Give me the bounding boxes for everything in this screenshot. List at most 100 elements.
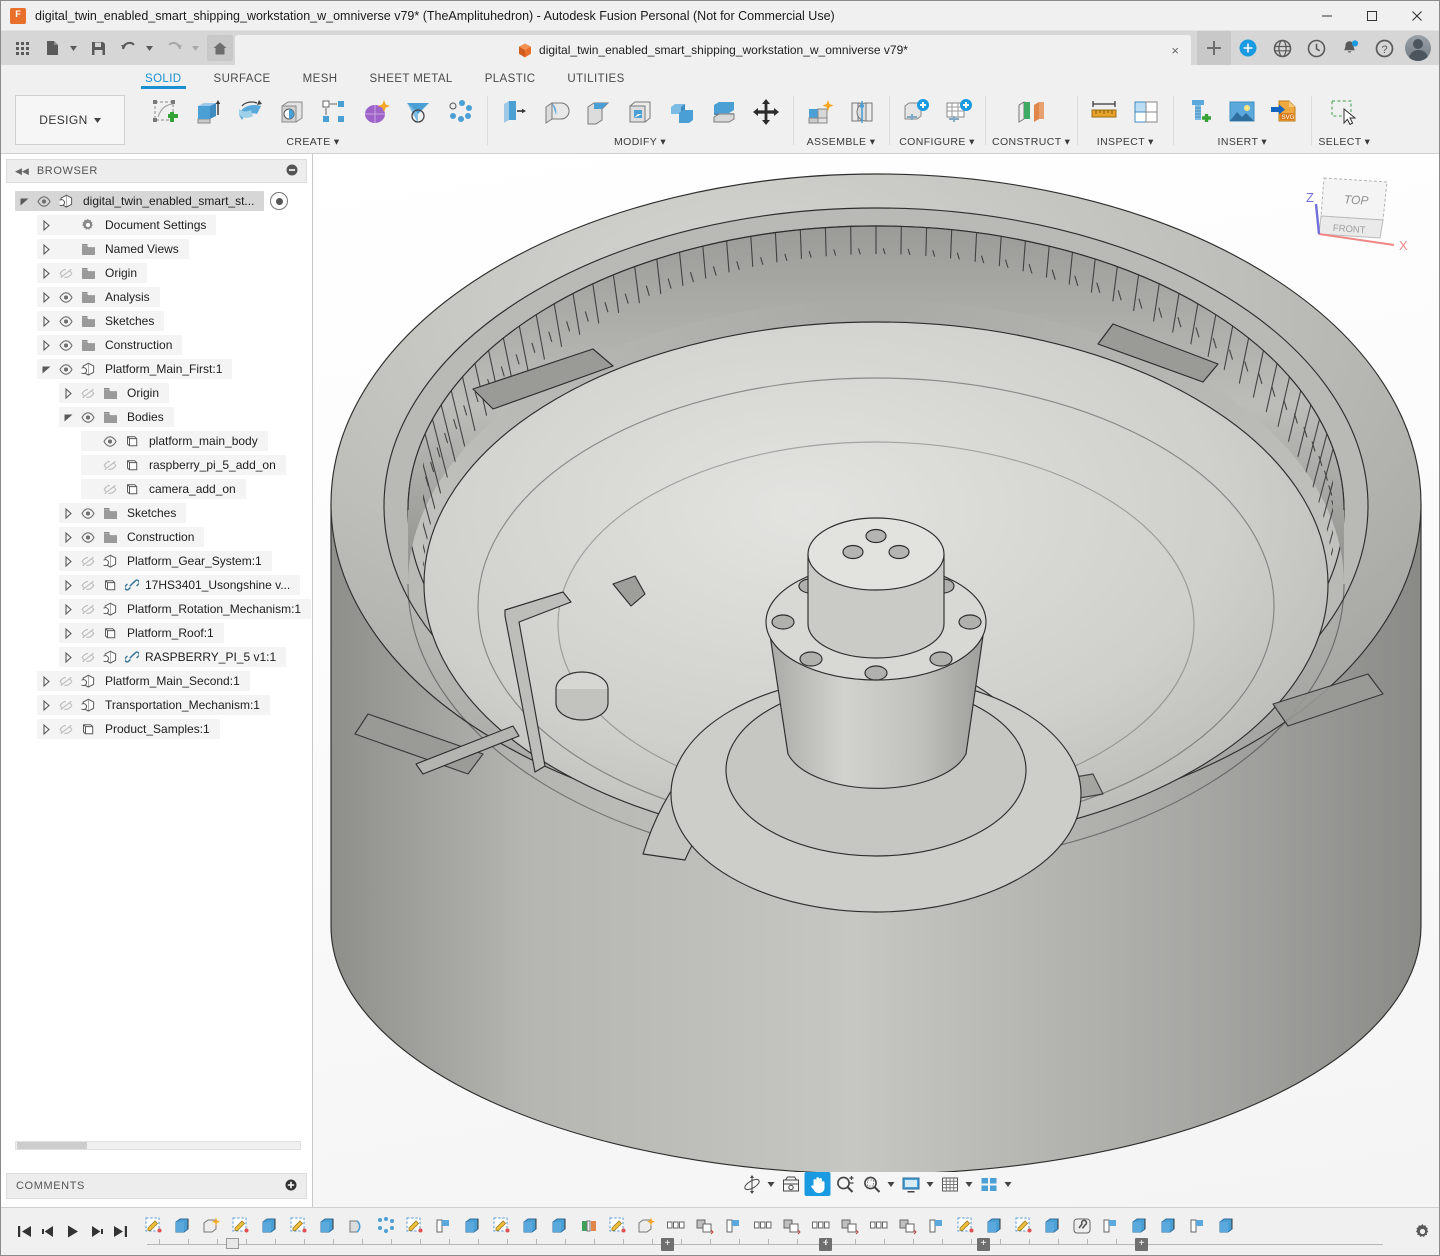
timeline-feature-align[interactable] [837, 1213, 863, 1239]
create-extrude-icon[interactable] [188, 92, 228, 132]
redo-icon[interactable] [161, 35, 187, 61]
visibility-off-icon[interactable] [55, 263, 77, 283]
expand-arrow-closed-icon[interactable] [37, 215, 55, 235]
timeline-feature-extrude[interactable] [547, 1213, 573, 1239]
construct-offset-plane-icon[interactable] [1011, 92, 1051, 132]
configure-create-configuration-icon[interactable] [896, 92, 936, 132]
jump-end-icon[interactable] [109, 1220, 131, 1244]
modify-shell-icon[interactable] [620, 92, 660, 132]
visibility-off-icon[interactable] [55, 671, 77, 691]
browser-minimize-icon[interactable] [286, 164, 298, 179]
browser-node[interactable]: Sketches [1, 309, 312, 333]
timeline-feature-sketch[interactable] [286, 1213, 312, 1239]
visibility-on-icon[interactable] [77, 407, 99, 427]
timeline-group-toggle[interactable]: + [1135, 1238, 1148, 1251]
browser-node[interactable]: raspberry_pi_5_add_on [1, 453, 312, 477]
timeline-feature-extrude[interactable] [982, 1213, 1008, 1239]
expand-arrow-closed-icon[interactable] [59, 503, 77, 523]
timeline-feature-extrude[interactable] [315, 1213, 341, 1239]
timeline-feature-align[interactable] [779, 1213, 805, 1239]
expand-arrow-closed-icon[interactable] [59, 383, 77, 403]
visibility-on-icon[interactable] [99, 431, 121, 451]
timeline-feature-plane[interactable] [924, 1213, 950, 1239]
timeline-feature-plane[interactable] [431, 1213, 457, 1239]
visibility-on-icon[interactable] [55, 335, 77, 355]
fit-dropdown-icon[interactable] [886, 1172, 897, 1196]
display-settings-dropdown-icon[interactable] [925, 1172, 936, 1196]
add-comment-icon[interactable] [285, 1179, 297, 1194]
browser-node[interactable]: Named Views [1, 237, 312, 261]
ribbon-group-label-assemble[interactable]: ASSEMBLE ▾ [807, 136, 876, 153]
3d-viewport[interactable]: TOP FRONT X Z [313, 154, 1439, 1207]
ribbon-tab-mesh[interactable]: MESH [287, 73, 354, 89]
browser-node[interactable]: Platform_Gear_System:1 [1, 549, 312, 573]
timeline-feature-sketch[interactable] [1011, 1213, 1037, 1239]
expand-arrow-closed-icon[interactable] [59, 551, 77, 571]
ribbon-group-label-inspect[interactable]: INSPECT ▾ [1097, 136, 1154, 153]
visibility-on-icon[interactable] [55, 311, 77, 331]
timeline-feature-group[interactable] [808, 1213, 834, 1239]
visibility-on-icon[interactable] [55, 287, 77, 307]
insert-canvas-image-icon[interactable] [1222, 92, 1262, 132]
app-grid-icon[interactable] [9, 35, 35, 61]
timeline-marker[interactable] [226, 1238, 239, 1249]
timeline-feature-align[interactable] [692, 1213, 718, 1239]
timeline-features[interactable]: ++++ [141, 1208, 1405, 1256]
browser-node[interactable]: Construction [1, 333, 312, 357]
visibility-on-icon[interactable] [33, 191, 55, 211]
timeline-feature-pattern[interactable] [373, 1213, 399, 1239]
timeline-feature-fillet[interactable] [344, 1213, 370, 1239]
expand-arrow-closed-icon[interactable] [59, 623, 77, 643]
browser-node[interactable]: Analysis [1, 285, 312, 309]
timeline-feature-sketch[interactable] [228, 1213, 254, 1239]
insert-svg-icon[interactable]: SVG [1264, 92, 1304, 132]
document-tab-close-icon[interactable]: × [1171, 43, 1179, 58]
timeline-feature-sketch[interactable] [402, 1213, 428, 1239]
expand-arrow-closed-icon[interactable] [37, 671, 55, 691]
browser-node[interactable]: Product_Samples:1 [1, 717, 312, 741]
ribbon-tab-plastic[interactable]: PLASTIC [469, 73, 552, 89]
visibility-off-icon[interactable] [77, 599, 99, 619]
viewports-icon[interactable] [976, 1172, 1002, 1196]
play-icon[interactable] [61, 1220, 83, 1244]
timeline-group-toggle[interactable]: + [661, 1238, 674, 1251]
zoom-icon[interactable] [832, 1172, 858, 1196]
expand-arrow-closed-icon[interactable] [37, 287, 55, 307]
step-back-icon[interactable] [37, 1220, 59, 1244]
timeline-feature-extrude[interactable] [1127, 1213, 1153, 1239]
modify-combine-icon[interactable] [662, 92, 702, 132]
expand-arrow-closed-icon[interactable] [59, 575, 77, 595]
timeline-feature-extrude[interactable] [257, 1213, 283, 1239]
browser-node[interactable]: Platform_Main_Second:1 [1, 669, 312, 693]
grid-snaps-dropdown-icon[interactable] [964, 1172, 975, 1196]
grid-snaps-icon[interactable] [937, 1172, 963, 1196]
inspect-section-analysis-icon[interactable] [1126, 92, 1166, 132]
user-avatar[interactable] [1405, 35, 1431, 61]
timeline-feature-group[interactable] [866, 1213, 892, 1239]
timeline-feature-extrude[interactable] [1040, 1213, 1066, 1239]
orbit-dropdown-icon[interactable] [766, 1172, 777, 1196]
ribbon-group-label-select[interactable]: SELECT ▾ [1318, 136, 1370, 153]
visibility-off-icon[interactable] [55, 719, 77, 739]
ribbon-group-label-modify[interactable]: MODIFY ▾ [614, 136, 666, 153]
visibility-off-icon[interactable] [77, 575, 99, 595]
visibility-off-icon[interactable] [77, 551, 99, 571]
modify-chamfer-icon[interactable] [578, 92, 618, 132]
timeline-feature-plane[interactable] [721, 1213, 747, 1239]
create-sketch-icon[interactable] [146, 92, 186, 132]
browser-node[interactable]: 17HS3401_Usongshine v... [1, 573, 312, 597]
comments-panel[interactable]: COMMENTS [6, 1173, 307, 1199]
browser-node[interactable]: camera_add_on [1, 477, 312, 501]
save-icon[interactable] [85, 35, 111, 61]
timeline-feature-align[interactable] [895, 1213, 921, 1239]
create-rectangular-pattern-icon[interactable] [314, 92, 354, 132]
clock-history-icon[interactable] [1299, 31, 1333, 65]
browser-node[interactable]: Platform_Roof:1 [1, 621, 312, 645]
modify-press-pull-icon[interactable] [494, 92, 534, 132]
timeline-group-toggle[interactable]: + [977, 1238, 990, 1251]
timeline-feature-extrude[interactable] [460, 1213, 486, 1239]
ribbon-tab-surface[interactable]: SURFACE [198, 73, 287, 89]
browser-node[interactable]: Platform_Main_First:1 [1, 357, 312, 381]
visibility-on-icon[interactable] [77, 527, 99, 547]
insert-mcmaster-part-icon[interactable] [1180, 92, 1220, 132]
